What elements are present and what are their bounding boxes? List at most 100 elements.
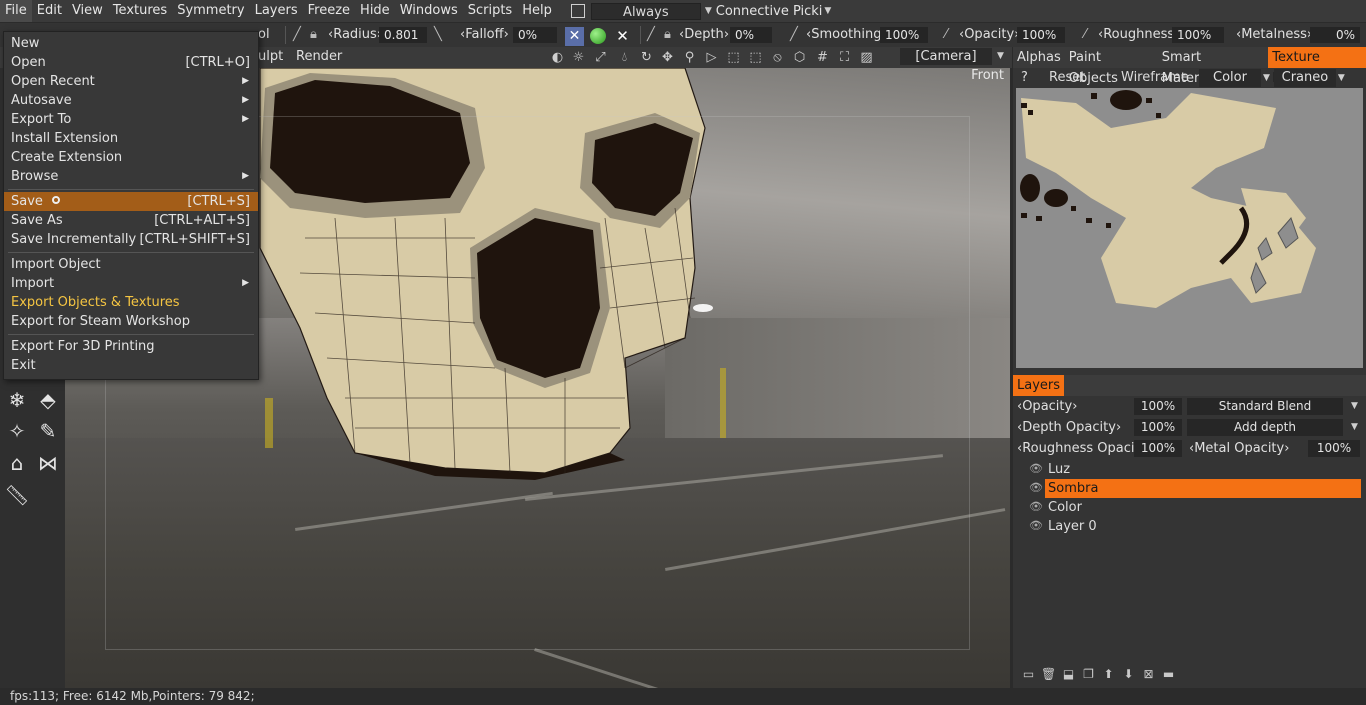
metalness-input[interactable]: 0%	[1310, 27, 1360, 43]
close-x-icon[interactable]: ✕	[565, 27, 584, 46]
depth-mode-dropdown-icon[interactable]: ▼	[1351, 422, 1358, 432]
delete-layer-icon[interactable]: 🗑︎	[1041, 667, 1056, 682]
smoothing-label[interactable]: ‹Smoothing›	[806, 23, 887, 47]
menu-symmetry[interactable]: Symmetry	[172, 0, 249, 22]
iron-tool-icon[interactable]: ⌂	[3, 449, 31, 477]
falloff-input[interactable]: 0%	[513, 27, 557, 43]
radius-label[interactable]: ‹Radius›	[328, 23, 382, 47]
merge-down-icon[interactable]: ⬓	[1061, 667, 1076, 682]
depth-opacity-label[interactable]: ‹Depth Opacity›	[1017, 418, 1121, 438]
clear-layer-icon[interactable]: ⊠	[1141, 667, 1156, 682]
opacity-input[interactable]: 100%	[1017, 27, 1065, 43]
move-layer-down-icon[interactable]: ⬇	[1121, 667, 1136, 682]
menu-item-save[interactable]: Save [CTRL+S]	[4, 192, 258, 211]
radius-input[interactable]: 0.801	[379, 27, 427, 43]
move-icon[interactable]: ✥	[660, 50, 675, 65]
camera-select[interactable]: [Camera]	[900, 48, 992, 65]
magic-wand-icon[interactable]: ✧	[3, 417, 31, 445]
always-checkbox[interactable]	[570, 4, 585, 18]
menu-textures[interactable]: Textures	[108, 0, 172, 22]
move-layer-up-icon[interactable]: ⬆	[1101, 667, 1116, 682]
clear-x-icon[interactable]: ✕	[613, 27, 632, 46]
cube-icon[interactable]: ⬡	[792, 50, 807, 65]
menu-item-import-object[interactable]: Import Object	[4, 255, 258, 274]
brush-icon[interactable]: ╱	[293, 23, 301, 47]
drop-icon[interactable]: 💧︎	[617, 50, 632, 65]
roughness-opacity-input[interactable]: 100%	[1134, 440, 1182, 457]
menu-item-import[interactable]: Import ▶	[4, 274, 258, 293]
eyedropper-icon[interactable]: ✎	[34, 417, 62, 445]
eraser-tool-icon[interactable]: ⬘	[34, 386, 62, 414]
tab-texture-editor[interactable]: Texture Editor	[1268, 47, 1366, 86]
blend-mode-select[interactable]: Standard Blend	[1187, 398, 1343, 415]
grid-icon[interactable]: #	[815, 50, 830, 65]
menu-scripts[interactable]: Scripts	[463, 0, 517, 22]
menu-item-save-as[interactable]: Save As [CTRL+ALT+S]	[4, 211, 258, 230]
tab-alphas[interactable]: Alphas	[1013, 47, 1065, 68]
menu-edit[interactable]: Edit	[32, 0, 67, 22]
picking-dropdown-icon[interactable]: ▼	[824, 6, 831, 16]
metal-opacity-input[interactable]: 100%	[1308, 440, 1360, 457]
green-sphere-icon[interactable]	[590, 28, 606, 44]
menu-item-export-to[interactable]: Export To ▶	[4, 110, 258, 129]
depth-mode-select[interactable]: Add depth	[1187, 419, 1343, 436]
sculpt-room-tab-partial[interactable]: ulpt	[258, 45, 283, 69]
menu-item-install-extension[interactable]: Install Extension	[4, 129, 258, 148]
shading-icon[interactable]: ◐	[550, 50, 565, 65]
lock-icon[interactable]: 🔒︎	[310, 23, 317, 47]
eye-icon[interactable]: 👁︎	[1029, 520, 1043, 532]
menu-item-export-steam-workshop[interactable]: Export for Steam Workshop	[4, 312, 258, 331]
menu-help[interactable]: Help	[517, 0, 557, 22]
forbidden-icon[interactable]: ⦸	[770, 50, 785, 65]
play-icon[interactable]: ▷	[704, 50, 719, 65]
zoom-icon[interactable]: ⚲	[682, 50, 697, 65]
menu-hide[interactable]: Hide	[355, 0, 395, 22]
layer-item[interactable]: 👁︎ Color	[1025, 498, 1361, 517]
menu-item-autosave[interactable]: Autosave ▶	[4, 91, 258, 110]
layer-opacity-label[interactable]: ‹Opacity›	[1017, 397, 1077, 417]
freeze-tool-icon[interactable]: ❄	[3, 386, 31, 414]
menu-item-new[interactable]: New	[4, 34, 258, 53]
metal-opacity-label[interactable]: ‹Metal Opacity›	[1189, 439, 1289, 459]
opacity-icon[interactable]: ⁄	[945, 23, 947, 47]
menu-layers[interactable]: Layers	[250, 0, 303, 22]
blend-mode-dropdown-icon[interactable]: ▼	[1351, 401, 1358, 411]
depth-brush-icon[interactable]: ╱	[647, 23, 655, 47]
falloff-label[interactable]: ‹Falloff›	[460, 23, 509, 47]
menu-item-export-objects-textures[interactable]: Export Objects & Textures	[4, 293, 258, 312]
layer-item-selected[interactable]: 👁︎ Sombra	[1025, 479, 1361, 498]
render-room-tab[interactable]: Render	[296, 45, 342, 69]
folder-icon[interactable]: ▬	[1161, 667, 1176, 682]
depth-input[interactable]: 0%	[730, 27, 772, 43]
help-button[interactable]: ?	[1021, 68, 1049, 88]
opacity-label[interactable]: ‹Opacity›	[959, 23, 1019, 47]
menu-file[interactable]: File	[0, 0, 32, 22]
menu-item-browse[interactable]: Browse ▶	[4, 167, 258, 186]
tab-paint-objects[interactable]: Paint Objects	[1065, 47, 1158, 86]
roughness-opacity-label[interactable]: ‹Roughness Opacit	[1017, 439, 1140, 459]
menu-item-open[interactable]: Open [CTRL+O]	[4, 53, 258, 72]
menu-item-export-3d-printing[interactable]: Export For 3D Printing	[4, 337, 258, 356]
new-layer-icon[interactable]: ▭	[1021, 667, 1036, 682]
eye-icon[interactable]: 👁︎	[1029, 463, 1043, 475]
always-dropdown-icon[interactable]: ▼	[705, 6, 712, 16]
object-dropdown-icon[interactable]: ▼	[1338, 73, 1345, 83]
roughness-icon[interactable]: ⁄	[1084, 23, 1086, 47]
butterfly-symmetry-icon[interactable]: ⋈	[34, 449, 62, 477]
tab-smart-materials[interactable]: Smart Materials	[1158, 47, 1269, 86]
layer-opacity-input[interactable]: 100%	[1134, 398, 1182, 415]
duplicate-layer-icon[interactable]: ❐	[1081, 667, 1096, 682]
smoothing-input[interactable]: 100%	[880, 27, 928, 43]
eye-icon[interactable]: 👁︎	[1029, 501, 1043, 513]
channel-select[interactable]: Color	[1199, 69, 1261, 87]
pen-pressure-icon[interactable]: ╲	[434, 23, 442, 47]
eye-icon[interactable]: 👁︎	[1029, 482, 1043, 494]
light-icon[interactable]: ☼	[571, 50, 586, 65]
menu-windows[interactable]: Windows	[395, 0, 463, 22]
object-select[interactable]: Craneo	[1273, 69, 1336, 87]
fit-icon[interactable]: ⛶	[837, 50, 852, 65]
menu-item-open-recent[interactable]: Open Recent ▶	[4, 72, 258, 91]
menu-item-save-incrementally[interactable]: Save Incrementally [CTRL+SHIFT+S]	[4, 230, 258, 249]
smoothing-icon[interactable]: ╱	[790, 23, 798, 47]
metalness-label[interactable]: ‹Metalness›	[1236, 23, 1312, 47]
